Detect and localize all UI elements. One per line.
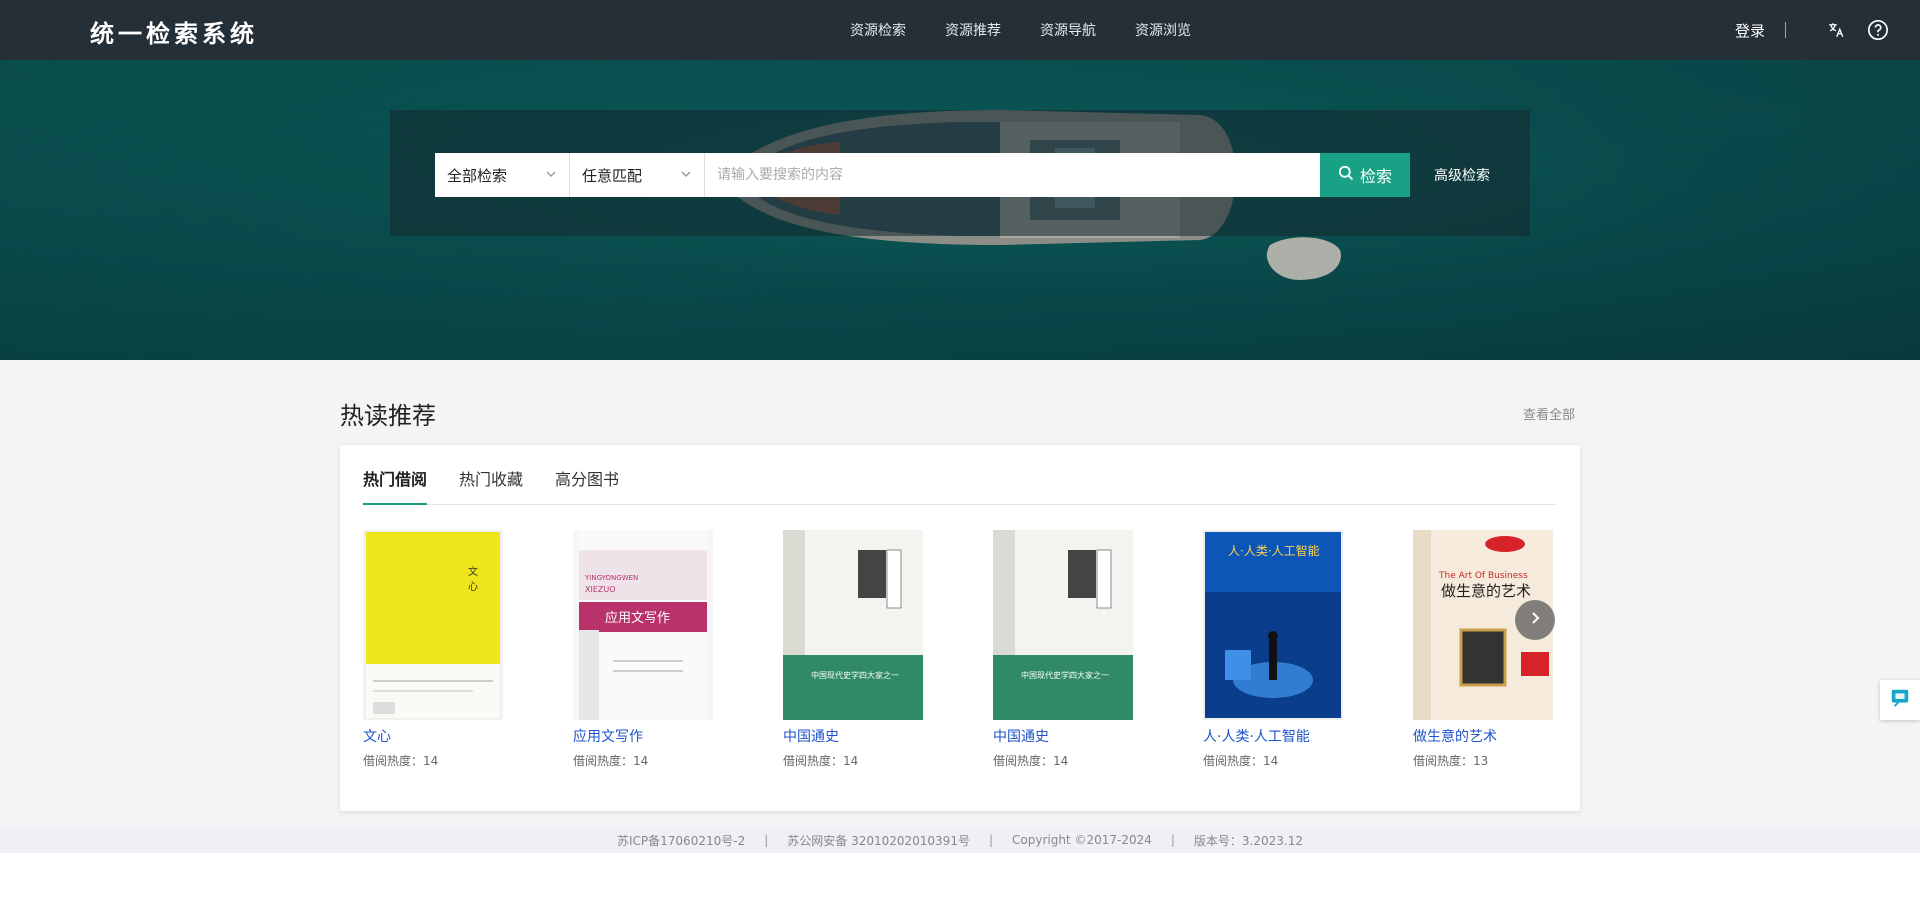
svg-text:应用文写作: 应用文写作 [605, 610, 670, 626]
book-cover[interactable]: 中国现代史学四大家之一 [783, 530, 923, 720]
search-button-label: 检索 [1359, 167, 1392, 186]
icp-record[interactable]: 苏ICP备17060210号-2 [617, 832, 745, 849]
main-content: 热读推荐 查看全部 热门借阅 热门收藏 高分图书 文 心 文心 借阅热度：14 … [0, 360, 1920, 827]
tab-hot-borrow[interactable]: 热门借阅 [363, 466, 428, 505]
book-item[interactable]: 中国现代史学四大家之一 中国通史 借阅热度：14 [993, 530, 1203, 770]
svg-text:中国现代史学四大家之一: 中国现代史学四大家之一 [811, 670, 899, 680]
svg-text:The Art Of Business: The Art Of Business [1438, 571, 1528, 581]
book-heat: 借阅热度：14 [573, 754, 649, 768]
book-title[interactable]: 人·人类·人工智能 [1203, 726, 1413, 746]
book-cover[interactable]: 文 心 [363, 530, 503, 720]
carousel-next-button[interactable] [1515, 600, 1555, 640]
book-title[interactable]: 中国通史 [783, 726, 993, 746]
book-cover[interactable]: 人·人类·人工智能 [1203, 530, 1343, 720]
chevron-right-icon [1527, 610, 1543, 630]
svg-text:人·人类·人工智能: 人·人类·人工智能 [1228, 543, 1320, 558]
advanced-search-link[interactable]: 高级检索 [1434, 165, 1490, 185]
book-item[interactable]: 应用文写作 YINGYONGWEN XIEZUO 应用文写作 借阅热度：14 [573, 530, 783, 770]
book-carousel: 文 心 文心 借阅热度：14 应用文写作 YINGYONGWEN XIEZUO … [363, 530, 1556, 770]
feedback-icon [1889, 687, 1911, 713]
match-mode-value: 任意匹配 [582, 166, 643, 185]
svg-text:中国现代史学四大家之一: 中国现代史学四大家之一 [1021, 670, 1109, 680]
book-cover[interactable]: 中国现代史学四大家之一 [993, 530, 1133, 720]
book-cover[interactable]: 应用文写作 YINGYONGWEN XIEZUO [573, 530, 713, 720]
divider: | [988, 833, 993, 847]
recommend-card: 热门借阅 热门收藏 高分图书 文 心 文心 借阅热度：14 应用文写作 YING… [340, 445, 1580, 811]
book-title[interactable]: 应用文写作 [573, 726, 783, 746]
book-heat: 借阅热度：13 [1413, 754, 1489, 768]
view-all-link[interactable]: 查看全部 [1523, 404, 1575, 423]
nav-resource-recommend[interactable]: 资源推荐 [945, 20, 1001, 40]
help-icon[interactable] [1866, 18, 1890, 42]
svg-text:文: 文 [468, 565, 478, 578]
book-heat: 借阅热度：14 [783, 754, 859, 768]
recommend-tabs: 热门借阅 热门收藏 高分图书 [363, 445, 1556, 505]
section-title: 热读推荐 [340, 402, 436, 430]
header-actions: 登录 [1735, 0, 1890, 60]
search-button[interactable]: 检索 [1320, 153, 1410, 197]
match-mode-select[interactable]: 任意匹配 [570, 153, 705, 197]
tab-high-rated[interactable]: 高分图书 [555, 466, 619, 504]
book-title[interactable]: 中国通史 [993, 726, 1203, 746]
book-title[interactable]: 文心 [363, 726, 573, 746]
chevron-down-icon [680, 168, 692, 183]
book-item[interactable]: The Art Of Business 做生意的艺术 做生意的艺术 借阅热度：1… [1413, 530, 1623, 770]
divider [1785, 22, 1786, 38]
search-icon [1338, 165, 1354, 185]
search-bar: 全部检索 任意匹配 检索 高级检索 [435, 153, 1490, 197]
search-scope-select[interactable]: 全部检索 [435, 153, 570, 197]
svg-text:YINGYONGWEN: YINGYONGWEN [584, 574, 638, 582]
copyright: Copyright ©2017-2024 [1012, 833, 1152, 847]
book-heat: 借阅热度：14 [363, 754, 439, 768]
hero-banner: 全部检索 任意匹配 检索 高级检索 [0, 60, 1920, 360]
divider: | [1170, 833, 1175, 847]
top-navbar: 统一检索系统 资源检索 资源推荐 资源导航 资源浏览 登录 [0, 0, 1920, 60]
divider: | [764, 833, 769, 847]
translate-icon[interactable] [1824, 18, 1848, 42]
book-item[interactable]: 中国现代史学四大家之一 中国通史 借阅热度：14 [783, 530, 993, 770]
search-input[interactable] [705, 153, 1320, 197]
tab-hot-favorite[interactable]: 热门收藏 [459, 466, 523, 504]
page-footer: 苏ICP备17060210号-2 | 苏公网安备 32010202010391号… [0, 827, 1920, 853]
chevron-down-icon [545, 168, 557, 183]
book-item[interactable]: 人·人类·人工智能 人·人类·人工智能 借阅热度：14 [1203, 530, 1413, 770]
book-heat: 借阅热度：14 [993, 754, 1069, 768]
svg-text:做生意的艺术: 做生意的艺术 [1441, 582, 1531, 600]
search-scope-value: 全部检索 [447, 166, 508, 185]
book-title[interactable]: 做生意的艺术 [1413, 726, 1623, 746]
search-panel: 全部检索 任意匹配 检索 高级检索 [390, 110, 1530, 236]
nav-resource-search[interactable]: 资源检索 [850, 20, 906, 40]
login-link[interactable]: 登录 [1735, 20, 1765, 41]
version: 版本号：3.2023.12 [1193, 833, 1303, 848]
nav-resource-browse[interactable]: 资源浏览 [1135, 20, 1191, 40]
svg-text:心: 心 [468, 581, 478, 593]
book-heat: 借阅热度：14 [1203, 754, 1279, 768]
main-nav: 资源检索 资源推荐 资源导航 资源浏览 [850, 0, 1230, 60]
feedback-button[interactable] [1880, 680, 1920, 720]
nav-resource-guide[interactable]: 资源导航 [1040, 20, 1096, 40]
site-brand[interactable]: 统一检索系统 [90, 14, 258, 49]
police-record[interactable]: 苏公网安备 32010202010391号 [787, 832, 970, 849]
svg-text:XIEZUO: XIEZUO [585, 585, 616, 594]
book-item[interactable]: 文 心 文心 借阅热度：14 [363, 530, 573, 770]
